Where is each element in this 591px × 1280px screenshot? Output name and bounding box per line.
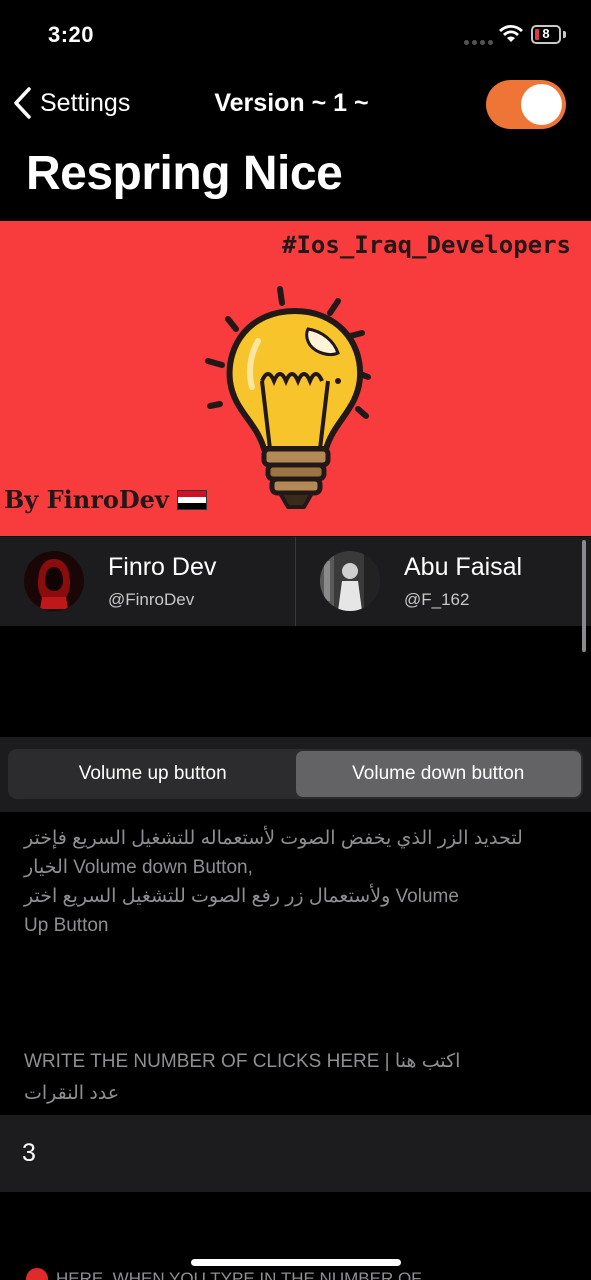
settings-screen: 3:20 8 Settings Version ~ 1 ~ Respring N… [0,0,591,1280]
clicks-count-input[interactable] [22,1133,562,1173]
footer-note-text: HERE, WHEN YOU TYPE IN THE NUMBER OF [56,1269,422,1280]
volume-button-group: Volume up button Volume down button [0,737,591,812]
back-button[interactable]: Settings [12,86,130,120]
chevron-left-icon [14,87,31,119]
volume-button-segmented-control: Volume up button Volume down button [8,749,583,799]
banner-author-label: By FinroDev [4,485,169,514]
banner-hashtag: #Ios_Iraq_Developers [282,231,571,259]
back-button-label: Settings [40,88,131,117]
lightbulb-icon [205,286,371,509]
battery-icon: 8 [531,25,561,44]
footer-note: HERE, WHEN YOU TYPE IN THE NUMBER OF [26,1268,422,1280]
developer-handle: @F_162 [404,590,470,609]
header-banner: #Ios_Iraq_Developers By FinroDev [0,221,591,536]
clicks-header-line: WRITE THE NUMBER OF CLICKS HERE | اكتب ه… [24,1051,461,1072]
description-line: لتحديد الزر الذي يخفض الصوت لأستعماله لل… [24,828,523,849]
page-title: Respring Nice [26,147,343,200]
description-line: ولأستعمال زر رفع الصوت للتشغيل السريع اخ… [24,886,459,907]
red-circle-icon [26,1268,48,1280]
developer-handle: @FinroDev [108,590,195,609]
banner-author: By FinroDev [4,485,207,514]
iraq-flag-icon [176,489,207,510]
avatar [320,551,380,611]
status-bar: 3:20 8 [0,0,591,72]
avatar [24,551,84,611]
clicks-section-header: WRITE THE NUMBER OF CLICKS HERE | اكتب ه… [24,1046,564,1110]
segment-volume-down[interactable]: Volume down button [295,751,581,797]
toggle-knob [521,84,562,125]
developers-row: Finro Dev @FinroDev Abu Faisal @F_162 [0,537,591,626]
developer-name: Abu Faisal [404,553,523,581]
cellular-signal-icon [464,40,493,45]
wifi-icon [499,25,523,42]
clicks-header-line: عدد النقرات [24,1083,120,1104]
volume-button-description: لتحديد الزر الذي يخفض الصوت لأستعماله لل… [24,824,569,940]
description-line: الخيار Volume down Button, [24,857,253,878]
home-indicator[interactable] [191,1259,401,1266]
battery-level: 8 [542,26,550,41]
segment-volume-up[interactable]: Volume up button [10,751,296,797]
description-line: Up Button [24,915,109,936]
battery-cap [563,31,566,38]
developer-card[interactable]: Finro Dev @FinroDev [0,537,295,626]
clicks-field-cell [0,1115,591,1192]
scroll-indicator[interactable] [582,540,586,652]
status-time: 3:20 [48,22,95,47]
developer-card[interactable]: Abu Faisal @F_162 [295,537,591,626]
developer-name: Finro Dev [108,553,217,581]
enable-toggle[interactable] [486,80,566,129]
